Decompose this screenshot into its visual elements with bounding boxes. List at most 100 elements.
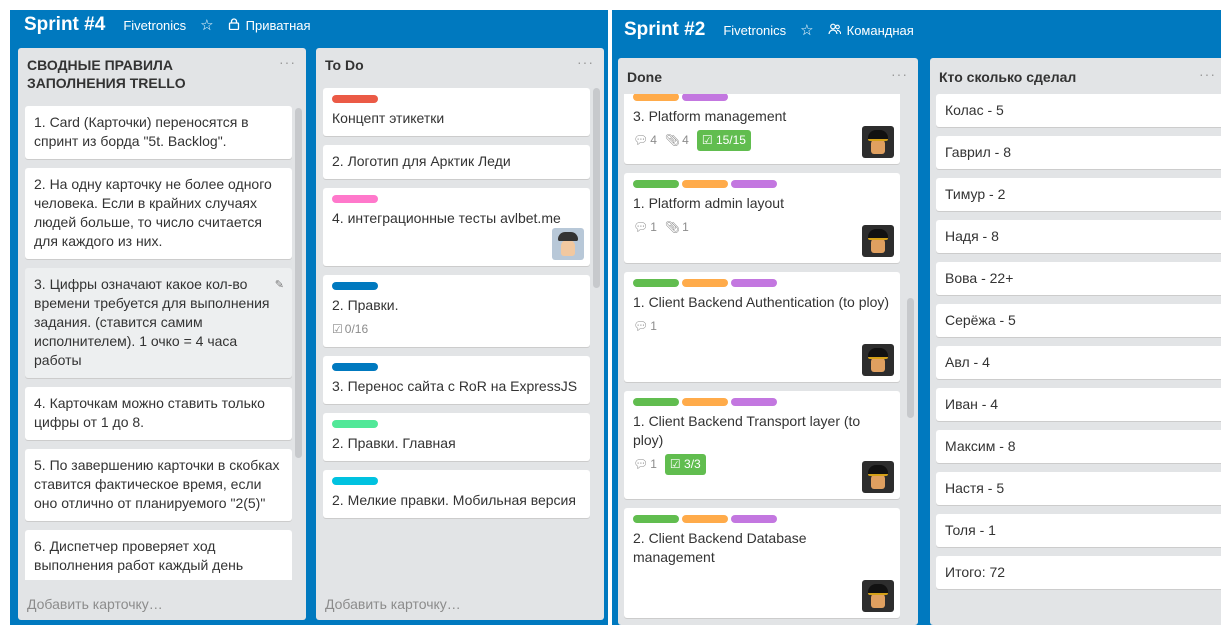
task-card[interactable]: 2. Правки. Главная bbox=[323, 413, 590, 461]
task-card[interactable]: Концепт этикетки bbox=[323, 88, 590, 136]
list-title[interactable]: СВОДНЫЕ ПРАВИЛА ЗАПОЛНЕНИЯ TRELLO bbox=[27, 56, 267, 92]
list-stats: Кто сколько сделал ··· Колас - 5 Гаврил … bbox=[930, 58, 1221, 625]
avatar[interactable] bbox=[862, 126, 894, 158]
card-label bbox=[332, 363, 378, 371]
card-list: Колас - 5 Гаврил - 8 Тимур - 2 Надя - 8 … bbox=[936, 94, 1221, 625]
list-scrollbar[interactable] bbox=[593, 88, 600, 288]
rule-card[interactable]: 3. Цифры означают какое кол-во времени т… bbox=[25, 268, 292, 378]
task-card[interactable]: 4. интеграционные тесты avlbet.me bbox=[323, 188, 590, 266]
board-visibility[interactable]: Приватная bbox=[246, 18, 311, 33]
card-label bbox=[633, 94, 679, 101]
stat-card[interactable]: Тимур - 2 bbox=[936, 178, 1221, 211]
card-label bbox=[682, 180, 728, 188]
star-icon[interactable]: ☆ bbox=[200, 16, 213, 34]
card-label bbox=[731, 515, 777, 523]
checklist-count: 0/16 bbox=[344, 321, 369, 336]
board-sprint-4: Sprint #4 Fivetronics ☆ Приватная СВОДНЫ… bbox=[0, 0, 608, 625]
card-badges: 💬︎ 1 bbox=[633, 316, 892, 336]
attachment-icon: 📎︎ bbox=[664, 132, 681, 147]
task-card[interactable]: 2. Правки. ☑ 0/16 bbox=[323, 275, 590, 347]
board-team[interactable]: Fivetronics bbox=[123, 18, 186, 33]
card-label bbox=[332, 477, 378, 485]
card-badges: 💬︎ 1 📎︎ 1 bbox=[633, 217, 892, 237]
team-icon bbox=[828, 23, 841, 38]
rule-card[interactable]: 6. Диспетчер проверяет ход выполнения ра… bbox=[25, 530, 292, 580]
avatar[interactable] bbox=[862, 461, 894, 493]
card-list: 3. Platform management 💬︎ 4 📎︎ 4 ☑ 15/15 1… bbox=[624, 94, 900, 625]
task-card[interactable]: 1. Client Backend Authentication (to plo… bbox=[624, 272, 900, 382]
stat-card[interactable]: Максим - 8 bbox=[936, 430, 1221, 463]
comment-icon: 💬︎ bbox=[633, 219, 649, 234]
task-card[interactable]: 1. Client Backend Transport layer (to pl… bbox=[624, 391, 900, 499]
attachment-icon: 📎︎ bbox=[664, 219, 681, 234]
stat-card[interactable]: Колас - 5 bbox=[936, 94, 1221, 127]
list-todo: To Do ··· Концепт этикетки 2. Логотип дл… bbox=[316, 48, 604, 620]
avatar[interactable] bbox=[862, 225, 894, 257]
card-label bbox=[633, 515, 679, 523]
card-list: Концепт этикетки 2. Логотип для Арктик Л… bbox=[323, 88, 590, 580]
card-label bbox=[682, 94, 728, 101]
comment-icon: 💬︎ bbox=[633, 318, 649, 333]
card-label bbox=[332, 95, 378, 103]
list-scrollbar[interactable] bbox=[295, 108, 302, 458]
stat-card[interactable]: Вова - 22+ bbox=[936, 262, 1221, 295]
board-visibility[interactable]: Командная bbox=[847, 23, 914, 38]
stat-card[interactable]: Иван - 4 bbox=[936, 388, 1221, 421]
rule-card[interactable]: 4. Карточкам можно ставить только цифры … bbox=[25, 387, 292, 440]
avatar[interactable] bbox=[862, 580, 894, 612]
task-card[interactable]: 2. Client Backend Database management bbox=[624, 508, 900, 618]
list-menu-icon[interactable]: ··· bbox=[279, 54, 296, 70]
list-scrollbar[interactable] bbox=[907, 298, 914, 418]
card-label bbox=[731, 398, 777, 406]
card-badges: ☑ 0/16 bbox=[332, 319, 582, 339]
rule-card[interactable]: 2. На одну карточку не более одного чело… bbox=[25, 168, 292, 259]
avatar[interactable] bbox=[862, 344, 894, 376]
list-menu-icon[interactable]: ··· bbox=[577, 54, 594, 70]
board-header: Sprint #4 Fivetronics ☆ Приватная bbox=[10, 10, 608, 40]
avatar[interactable] bbox=[552, 228, 584, 260]
board-sprint-2: Sprint #2 Fivetronics ☆ Командная Done ·… bbox=[612, 0, 1221, 625]
card-label bbox=[332, 420, 378, 428]
list-title[interactable]: Done bbox=[627, 68, 662, 86]
rule-card[interactable]: 1. Card (Карточки) переносятся в спринт … bbox=[25, 106, 292, 159]
list-title[interactable]: Кто сколько сделал bbox=[939, 68, 1076, 86]
task-card[interactable]: 2. Логотип для Арктик Леди bbox=[323, 145, 590, 179]
card-label bbox=[633, 398, 679, 406]
list-menu-icon[interactable]: ··· bbox=[1199, 66, 1216, 82]
stat-card[interactable]: Настя - 5 bbox=[936, 472, 1221, 505]
task-card[interactable]: 1. Platform admin layout 💬︎ 1 📎︎ 1 bbox=[624, 173, 900, 263]
card-label bbox=[633, 180, 679, 188]
stat-card[interactable]: Итого: 72 bbox=[936, 556, 1221, 589]
card-label bbox=[332, 195, 378, 203]
board-title[interactable]: Sprint #2 bbox=[624, 19, 705, 41]
comment-icon: 💬︎ bbox=[633, 456, 649, 471]
add-card-button[interactable]: Добавить карточку… bbox=[325, 596, 461, 612]
card-label bbox=[633, 279, 679, 287]
task-card[interactable]: 2. Мелкие правки. Мобильная версия bbox=[323, 470, 590, 518]
board-team[interactable]: Fivetronics bbox=[723, 23, 786, 38]
card-badges: 💬︎ 1 ☑ 3/3 bbox=[633, 453, 892, 475]
card-label bbox=[731, 279, 777, 287]
list-menu-icon[interactable]: ··· bbox=[891, 66, 908, 82]
card-label bbox=[332, 282, 378, 290]
card-label bbox=[682, 515, 728, 523]
task-card[interactable]: 3. Platform management 💬︎ 4 📎︎ 4 ☑ 15/15 bbox=[624, 94, 900, 164]
lock-icon bbox=[228, 17, 240, 33]
card-label bbox=[682, 398, 728, 406]
board-title[interactable]: Sprint #4 bbox=[24, 14, 105, 36]
list-title[interactable]: To Do bbox=[325, 56, 364, 74]
checklist-badge: ☑ 3/3 bbox=[664, 453, 706, 475]
list-rules: СВОДНЫЕ ПРАВИЛА ЗАПОЛНЕНИЯ TRELLO ··· 1.… bbox=[18, 48, 306, 620]
star-icon[interactable]: ☆ bbox=[800, 21, 813, 39]
stat-card[interactable]: Серёжа - 5 bbox=[936, 304, 1221, 337]
add-card-button[interactable]: Добавить карточку… bbox=[27, 596, 163, 612]
task-card[interactable]: 3. Перенос сайта с RoR на ExpressJS bbox=[323, 356, 590, 404]
stat-card[interactable]: Толя - 1 bbox=[936, 514, 1221, 547]
rule-card[interactable]: 5. По завершению карточки в скобках став… bbox=[25, 449, 292, 521]
stat-card[interactable]: Гаврил - 8 bbox=[936, 136, 1221, 169]
edit-icon[interactable]: ✎ bbox=[275, 276, 284, 295]
stat-card[interactable]: Авл - 4 bbox=[936, 346, 1221, 379]
checklist-icon: ☑ bbox=[332, 321, 343, 336]
checklist-badge: ☑ 15/15 bbox=[696, 129, 751, 151]
stat-card[interactable]: Надя - 8 bbox=[936, 220, 1221, 253]
